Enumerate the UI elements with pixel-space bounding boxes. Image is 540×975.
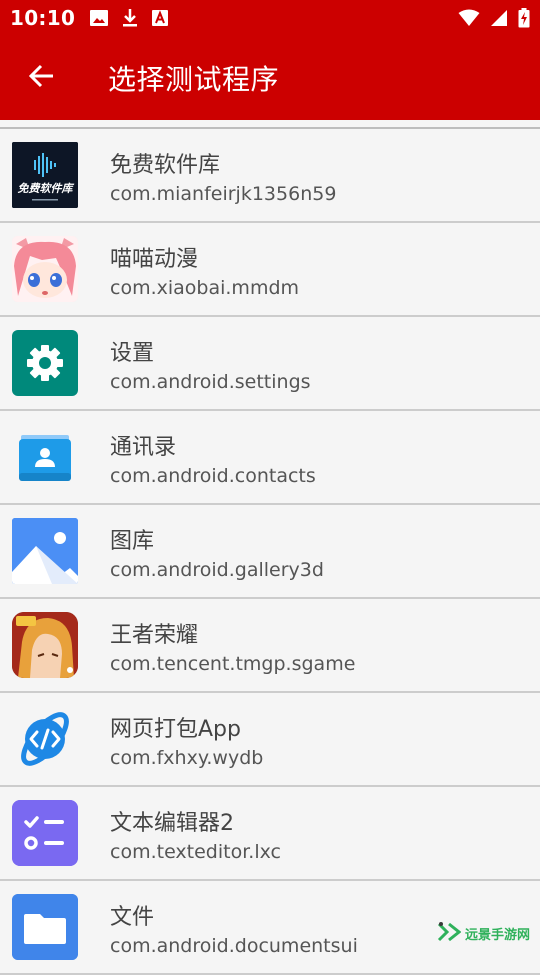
status-right-icons: [458, 8, 530, 28]
app-package: com.android.documentsui: [110, 935, 358, 957]
app-package: com.xiaobai.mmdm: [110, 277, 299, 299]
icon-label: 免费软件库: [18, 182, 75, 195]
list-item[interactable]: 网页打包App com.fxhxy.wydb: [0, 693, 540, 787]
list-item[interactable]: 免费软件库 免费软件库 com.mianfeirjk1356n59: [0, 129, 540, 223]
list-item[interactable]: 喵喵动漫 com.xiaobai.mmdm: [0, 223, 540, 317]
app-package: com.android.gallery3d: [110, 559, 324, 581]
watermark: 远景手游网: [437, 920, 530, 946]
app-name: 免费软件库: [110, 147, 220, 179]
app-package: com.mianfeirjk1356n59: [110, 183, 336, 205]
app-name: 王者荣耀: [110, 617, 198, 649]
settings-gear-icon: [12, 330, 78, 396]
list-item[interactable]: 设置 com.android.settings: [0, 317, 540, 411]
code-brackets-icon: [12, 706, 78, 772]
anime-girl-icon: [12, 236, 78, 302]
app-name: 喵喵动漫: [110, 241, 198, 273]
wifi-icon: [458, 9, 480, 27]
app-package: com.android.settings: [110, 371, 311, 393]
status-bar: 10:10: [0, 0, 540, 36]
app-package: com.tencent.tmgp.sgame: [110, 653, 355, 675]
app-list: 免费软件库 免费软件库 com.mianfeirjk1356n59 喵喵动漫: [0, 127, 540, 975]
checklist-icon: [12, 800, 78, 866]
app-name: 文件: [110, 899, 154, 931]
watermark-text: 远景手游网: [465, 924, 530, 943]
app-name: 设置: [110, 335, 154, 367]
signal-icon: [490, 9, 508, 27]
game-hero-icon: [12, 612, 78, 678]
gallery-icon: [12, 518, 78, 584]
app-package: com.fxhxy.wydb: [110, 747, 263, 769]
app-name: 图库: [110, 523, 154, 555]
back-button[interactable]: [14, 50, 70, 106]
contacts-icon: [12, 424, 78, 490]
arrow-back-icon: [29, 63, 55, 93]
list-item[interactable]: 文本编辑器2 com.texteditor.lxc: [0, 787, 540, 881]
watermark-logo-icon: [437, 920, 461, 946]
folder-icon: [12, 894, 78, 960]
list-item[interactable]: 图库 com.android.gallery3d: [0, 505, 540, 599]
page-title: 选择测试程序: [108, 58, 279, 98]
app-name: 通讯录: [110, 429, 176, 461]
free-software-library-icon: 免费软件库: [12, 142, 78, 208]
list-item[interactable]: 王者荣耀 com.tencent.tmgp.sgame: [0, 599, 540, 693]
app-name: 文本编辑器2: [110, 805, 234, 837]
status-left-icons: [89, 8, 169, 28]
app-package: com.texteditor.lxc: [110, 841, 281, 863]
status-time: 10:10: [10, 6, 75, 30]
list-item[interactable]: 通讯录 com.android.contacts: [0, 411, 540, 505]
app-package: com.android.contacts: [110, 465, 316, 487]
app-name: 网页打包App: [110, 711, 241, 743]
font-icon: [151, 9, 169, 27]
battery-charging-icon: [518, 8, 530, 28]
download-icon: [121, 8, 139, 28]
image-icon: [89, 9, 109, 27]
app-bar: 选择测试程序: [0, 36, 540, 120]
